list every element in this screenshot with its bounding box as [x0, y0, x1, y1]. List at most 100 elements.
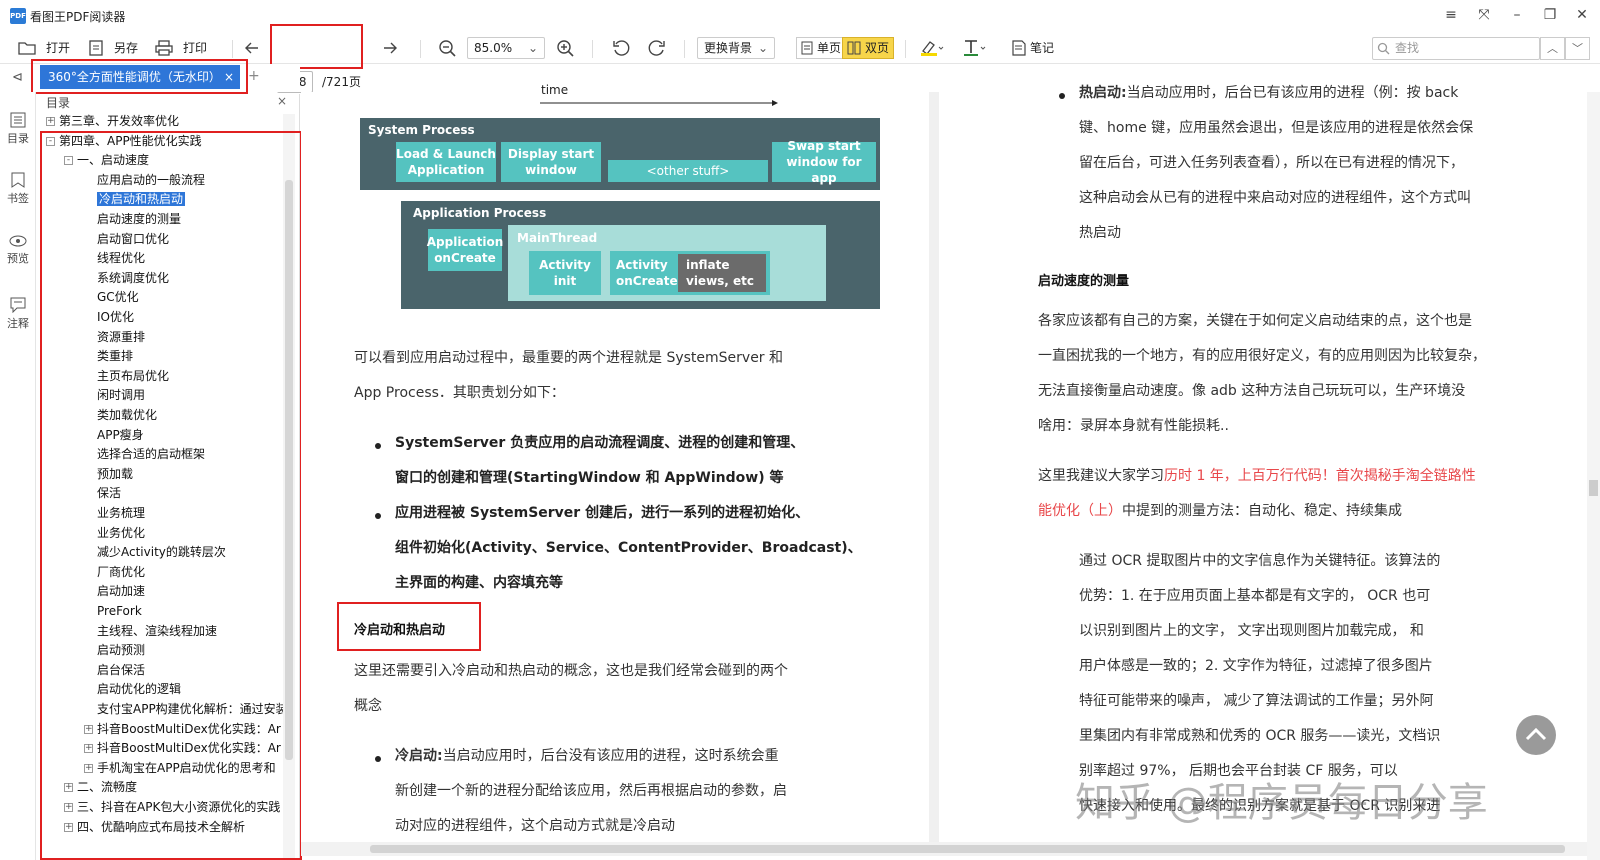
fullscreen-icon[interactable]: ⤧ — [1471, 4, 1497, 26]
close-icon[interactable]: ✕ — [1569, 4, 1595, 26]
tab-close-icon[interactable]: × — [224, 65, 234, 89]
toc-item[interactable]: 应用启动的一般流程 — [84, 170, 205, 190]
toc-item[interactable]: + 第三章、开发效率优化 — [46, 111, 179, 131]
scroll-to-top-button[interactable] — [1516, 715, 1556, 755]
toc-item[interactable]: 减少Activity的跳转层次 — [84, 542, 226, 562]
sidebar-item-comment[interactable]: 注释 — [0, 297, 36, 331]
toc-item[interactable]: 业务优化 — [84, 523, 145, 543]
toc-item[interactable]: + 二、流畅度 — [64, 777, 137, 797]
article-link[interactable]: 能优化（上） — [1038, 503, 1122, 519]
toc-item[interactable]: 冷启动和热启动 — [84, 189, 186, 209]
sidebar-item-preview[interactable]: 预览 — [0, 234, 36, 266]
toc-item[interactable]: 预加载 — [84, 464, 133, 484]
expand-icon[interactable]: + — [64, 822, 73, 832]
toc-item[interactable]: 类重排 — [84, 346, 133, 366]
toc-scroll-thumb[interactable] — [285, 180, 293, 760]
toc-item[interactable]: 启动速度的测量 — [84, 209, 181, 229]
toc-item[interactable]: 启动窗口优化 — [84, 229, 169, 249]
toc-item-label: 三、抖音在APK包大小资源优化的实践 — [77, 800, 281, 814]
sidebar-item-bookmark[interactable]: 书签 — [0, 172, 36, 206]
open-button[interactable]: 打开 — [18, 38, 70, 58]
toc-item[interactable]: GC优化 — [84, 287, 139, 307]
toc-item[interactable]: 闲时调用 — [84, 385, 145, 405]
toc-item[interactable]: 厂商优化 — [84, 562, 145, 582]
toc-item[interactable]: + 手机淘宝在APP启动优化的思考和 — [84, 758, 276, 778]
expand-icon[interactable]: + — [64, 783, 73, 793]
toc-item[interactable]: + 抖音BoostMultiDex优化实践：Ar — [84, 738, 281, 758]
collapse-icon[interactable]: - — [46, 136, 55, 146]
toc-item[interactable]: 主页布局优化 — [84, 366, 169, 386]
new-tab-icon[interactable]: + — [248, 68, 260, 84]
bullet-line: 键、home 键，应用虽然会退出，但是该应用的进程是依然会保 — [1079, 120, 1474, 136]
toc-item-label: 选择合适的启动框架 — [97, 447, 206, 462]
toc-item[interactable]: + 抖音BoostMultiDex优化实践：Ar — [84, 719, 281, 739]
toc-item[interactable]: 类加载优化 — [84, 405, 157, 425]
expand-icon[interactable]: + — [64, 803, 73, 812]
zoom-out-button[interactable] — [438, 38, 456, 58]
prev-page-button[interactable] — [244, 38, 260, 58]
single-page-button[interactable]: 单页 — [796, 37, 847, 59]
toc-title: 目录 — [46, 96, 71, 110]
toc-item[interactable]: 保活 — [84, 483, 121, 503]
rotate-left-button[interactable] — [612, 38, 630, 58]
left-sidebar: 目录 书签 预览 注释 — [0, 92, 36, 860]
text-icon — [964, 40, 986, 56]
toc-item[interactable]: 线程优化 — [84, 248, 145, 268]
search-input[interactable]: 查找 — [1372, 37, 1540, 60]
toc-item[interactable]: 资源重排 — [84, 327, 145, 347]
toc-item[interactable]: PreFork — [84, 601, 142, 621]
toc-item[interactable]: 启动加速 — [84, 581, 145, 601]
maximize-icon[interactable]: ❐ — [1537, 4, 1563, 26]
toc-item[interactable]: 选择合适的启动框架 — [84, 444, 205, 464]
toc-item[interactable]: 启动优化的逻辑 — [84, 679, 181, 699]
toc-item[interactable]: - 第四章、APP性能优化实践 — [46, 131, 202, 151]
expand-icon[interactable]: + — [84, 724, 93, 734]
expand-icon[interactable]: + — [84, 763, 93, 773]
collapse-icon[interactable]: - — [64, 156, 73, 166]
term-hot-start: 热启动: — [1079, 85, 1127, 101]
bullet-line: 这种启动会从已有的进程中来启动对应的进程组件，这个方式叫 — [1079, 190, 1471, 206]
toc-item-label: 资源重排 — [97, 329, 146, 344]
search-prev-button[interactable]: ︿ — [1540, 37, 1565, 60]
note-button[interactable]: 笔记 — [1012, 38, 1054, 58]
expand-icon[interactable]: + — [46, 117, 55, 126]
vertical-scrollbar[interactable] — [1587, 92, 1600, 860]
print-button[interactable]: 打印 — [155, 38, 207, 58]
toc-item[interactable]: 支付宝APP构建优化解析：通过安装 — [84, 699, 288, 719]
vertical-scroll-thumb[interactable] — [1589, 480, 1598, 496]
saveas-button[interactable]: 另存 — [88, 38, 138, 58]
toc-item[interactable]: - 一、启动速度 — [64, 150, 149, 170]
zoom-in-button[interactable] — [556, 38, 574, 58]
minimize-icon[interactable]: – — [1504, 4, 1530, 26]
toc-item[interactable]: 主线程、渲染线程加速 — [84, 621, 217, 641]
app-oncreate-box: Application onCreate — [427, 229, 503, 271]
sidebar-item-toc[interactable]: 目录 — [0, 112, 36, 146]
toc-item[interactable]: + 四、优酷响应式布局技术全解析 — [64, 817, 245, 837]
bullet-text: 当启动应用时，后台没有该应用的进程，这时系统会重 — [442, 748, 779, 764]
toc-item[interactable]: 启动预测 — [84, 640, 145, 660]
zoom-select[interactable]: 85.0% ⌄ — [467, 37, 545, 59]
horizontal-scroll-thumb[interactable] — [370, 845, 1565, 853]
bullet-line: 冷启动:当启动应用时，后台没有该应用的进程，这时系统会重 — [395, 739, 779, 774]
collapse-panel-icon[interactable]: ⊲ — [12, 70, 23, 85]
toc-item[interactable]: + 三、抖音在APK包大小资源优化的实践 — [64, 797, 280, 817]
toc-item[interactable]: 启台保活 — [84, 660, 145, 680]
highlight-button[interactable] — [920, 38, 944, 58]
title-bar: PDF 看图王PDF阅读器 ≡ ⤧ – ❐ ✕ — [0, 0, 1600, 32]
toc-item[interactable]: APP瘦身 — [84, 425, 144, 445]
toc-item[interactable]: 业务梳理 — [84, 503, 145, 523]
rotate-right-button[interactable] — [648, 38, 666, 58]
expand-icon[interactable]: + — [84, 744, 93, 754]
toc-item[interactable]: 系统调度优化 — [84, 268, 169, 288]
toc-item[interactable]: IO优化 — [84, 307, 134, 327]
menu-icon[interactable]: ≡ — [1438, 4, 1464, 26]
double-page-button[interactable]: 双页 — [842, 37, 895, 59]
article-link[interactable]: 历时 1 年，上百万行代码！首次揭秘手淘全链路性 — [1164, 468, 1476, 484]
toc-item-label: 启动窗口优化 — [97, 231, 170, 246]
text-tool-button[interactable] — [963, 38, 987, 58]
search-next-button[interactable]: ﹀ — [1565, 37, 1590, 60]
background-select[interactable]: 更换背景 ⌄ — [697, 37, 775, 59]
document-tab[interactable]: 360°全方面性能调优（无水印） × — [40, 65, 240, 89]
toc-close-icon[interactable]: × — [277, 94, 287, 108]
next-page-button[interactable] — [382, 38, 398, 58]
